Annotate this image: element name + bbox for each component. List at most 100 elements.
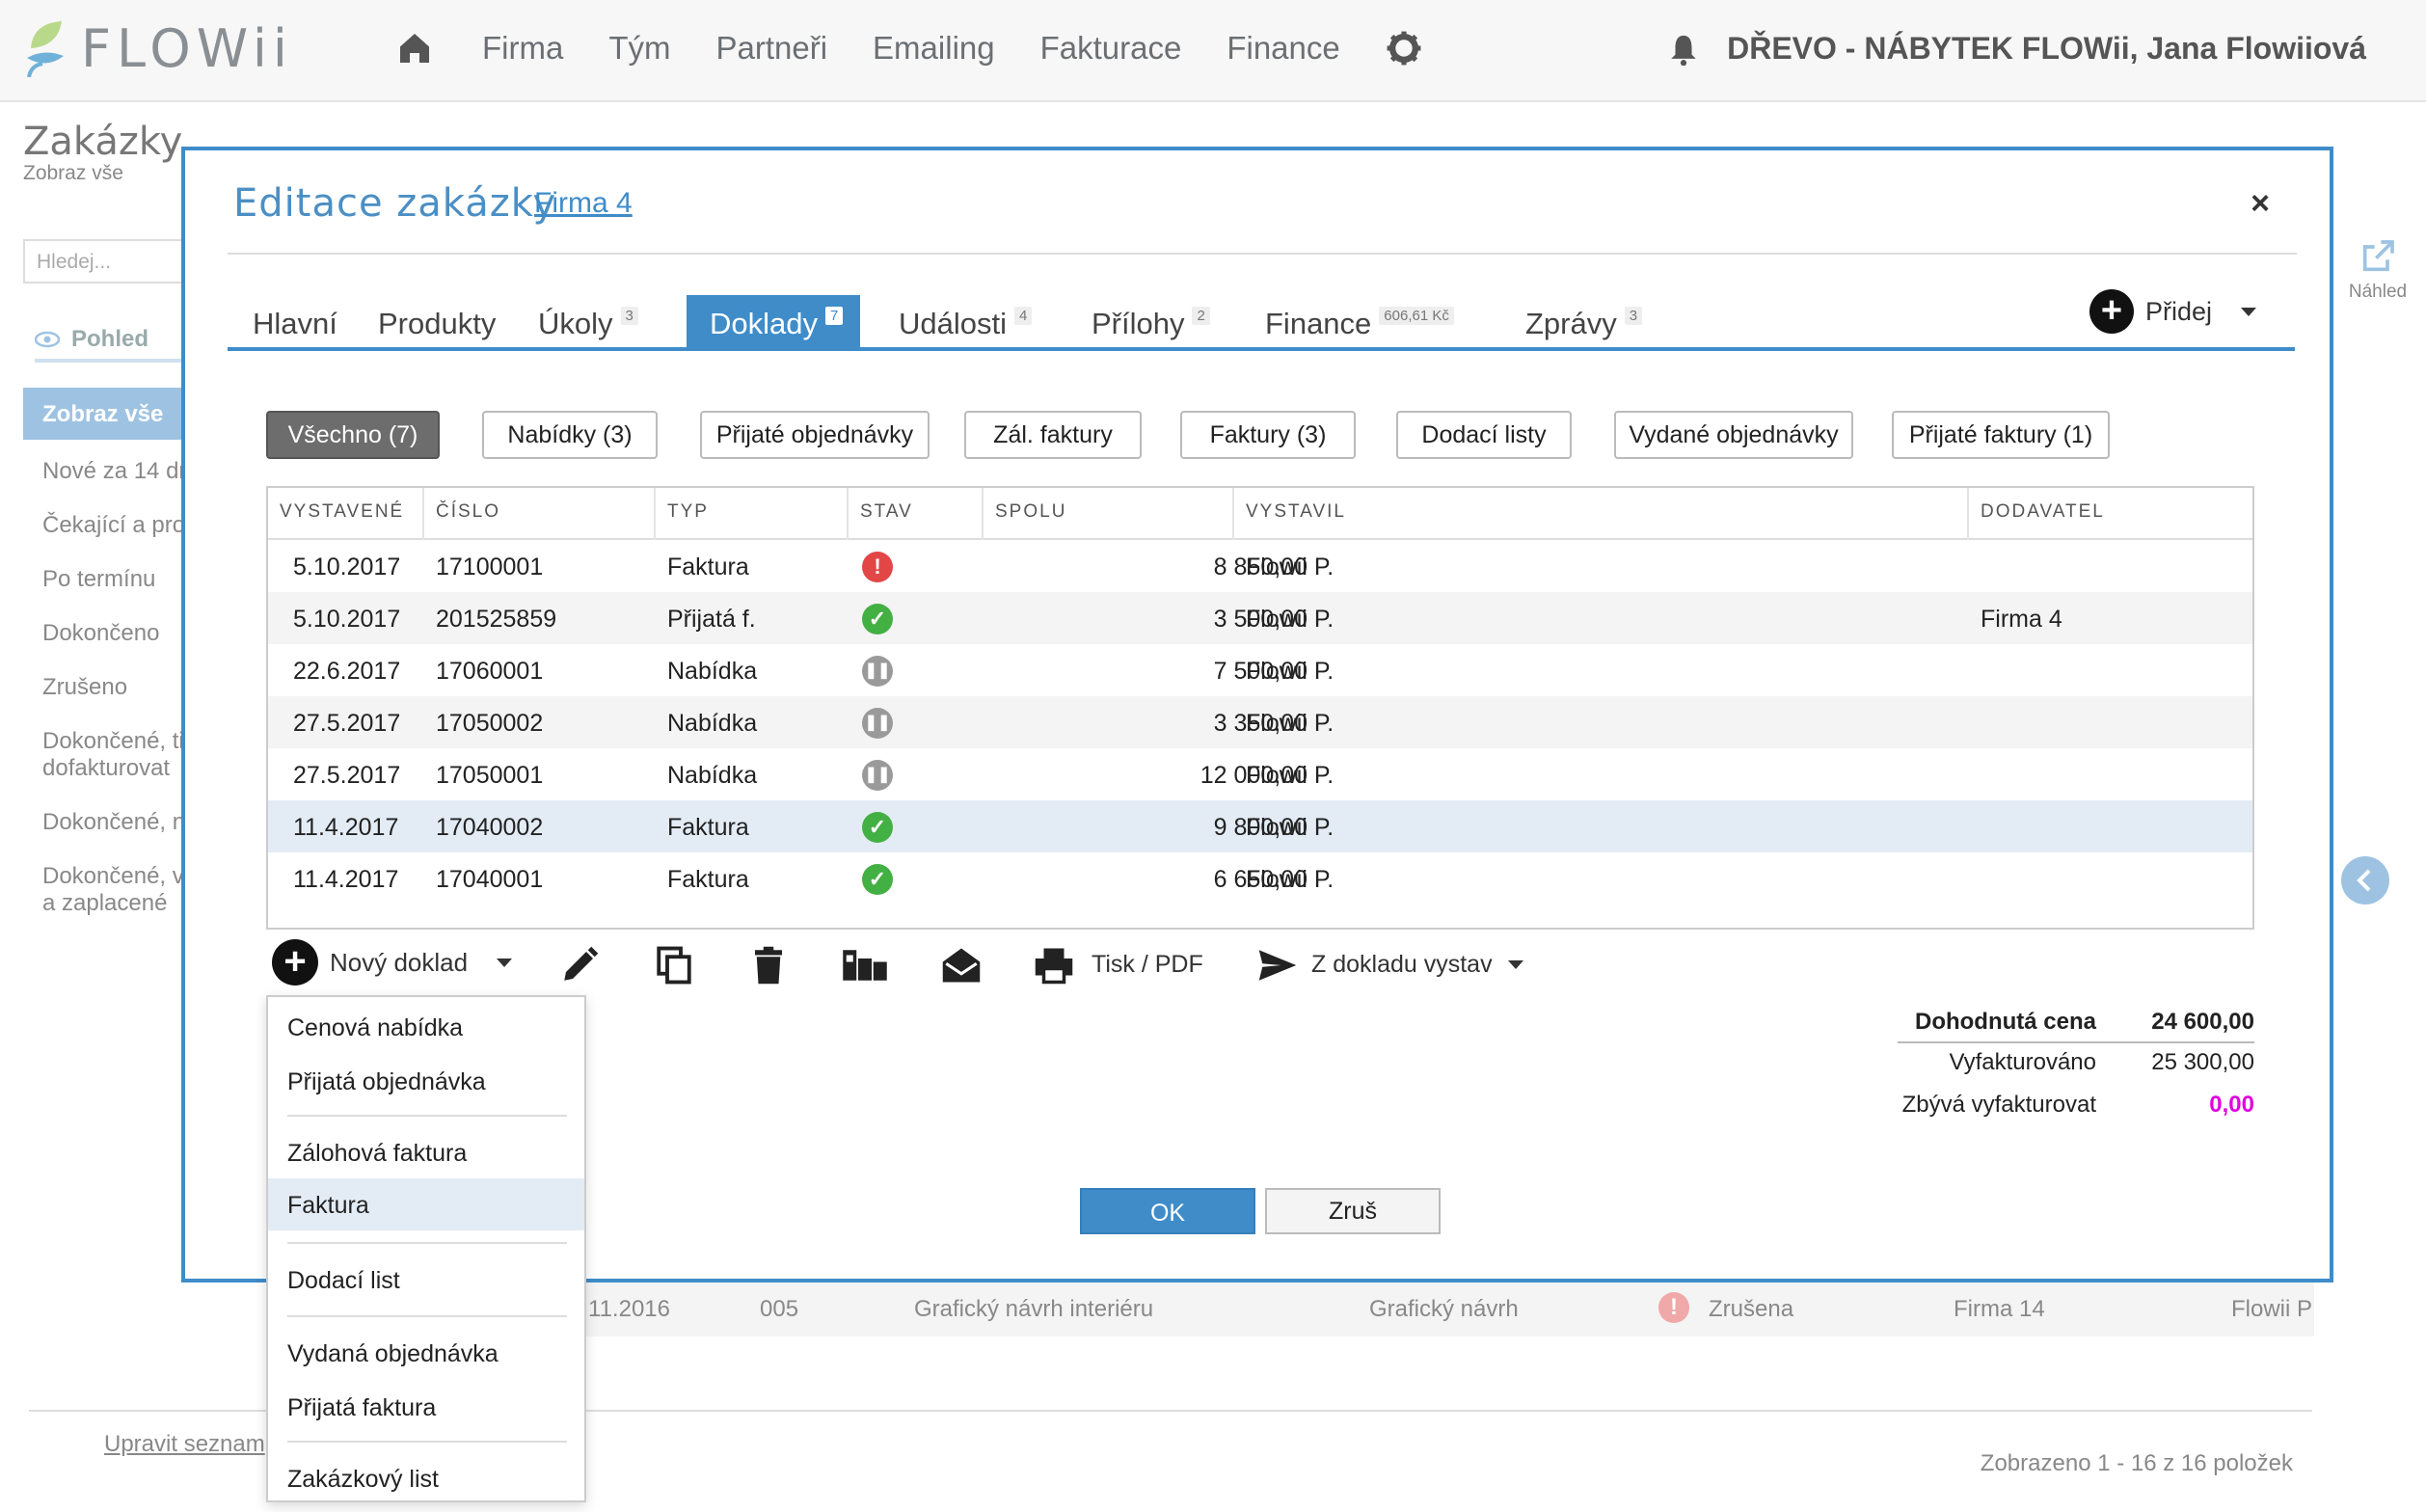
sidebar-item[interactable]: Dokončené, n	[42, 808, 185, 837]
filter-received-orders[interactable]: Přijaté objednávky	[700, 411, 930, 459]
col-header[interactable]: VYSTAVENÉ	[268, 488, 424, 540]
nav-finance[interactable]: Finance	[1226, 30, 1339, 67]
table-row[interactable]: 22.6.2017 17060001 Nabídka ❚❚ 7 500,00 Flowii…	[268, 644, 2252, 696]
col-header[interactable]: VYSTAVIL	[1234, 488, 1969, 540]
tab-label: Události	[899, 307, 1007, 340]
nav-fakturace[interactable]: Fakturace	[1040, 30, 1182, 67]
cell-date: 22.6.2017	[293, 658, 401, 685]
filter-offers[interactable]: Nabídky (3)	[482, 411, 658, 459]
nav-emailing[interactable]: Emailing	[873, 30, 995, 67]
new-document-button[interactable]: + Nový doklad	[272, 939, 513, 986]
cell-issuer: Flowii P.	[1246, 710, 1334, 737]
cell-type: Nabídka	[667, 762, 758, 789]
table-row[interactable]: 11.4.2017 17040002 Faktura ✓ 9 800,00 Flowii …	[268, 800, 2252, 852]
sidebar-item-active[interactable]: Zobraz vše	[23, 388, 187, 440]
trash-icon[interactable]	[748, 945, 789, 986]
cell-issuer: Flowii P.	[1246, 658, 1334, 685]
cancel-status-icon: !	[1658, 1292, 1689, 1323]
total-label: Dohodnutá cena	[1914, 1009, 2096, 1035]
home-icon[interactable]	[395, 29, 434, 68]
ok-button[interactable]: OK	[1080, 1188, 1255, 1234]
filter-received-invoices[interactable]: Přijaté faktury (1)	[1892, 411, 2110, 459]
cell-supplier: Firma 4	[1981, 606, 2062, 633]
total-value: 25 300,00	[2151, 1049, 2254, 1075]
filter-invoices[interactable]: Faktury (3)	[1180, 411, 1356, 459]
filter-all[interactable]: Všechno (7)	[266, 411, 440, 459]
tab-prilohy[interactable]: Přílohy 2	[1092, 295, 1210, 349]
sidebar-item[interactable]: a zaplacené	[42, 889, 167, 918]
pause-status-icon: ❚❚	[862, 760, 893, 791]
close-icon[interactable]: ×	[2251, 185, 2270, 223]
copy-icon[interactable]	[654, 945, 694, 986]
tab-hlavni[interactable]: Hlavní	[253, 295, 337, 349]
preview-button[interactable]: Náhled	[2337, 237, 2418, 303]
add-button[interactable]: + Přidej	[2089, 289, 2256, 334]
gear-icon[interactable]	[1386, 30, 1422, 67]
menu-item-delivery-note[interactable]: Dodací list	[268, 1254, 584, 1306]
printer-icon[interactable]	[1034, 945, 1074, 986]
check-status-icon: ✓	[862, 812, 893, 843]
filter-delivery-notes[interactable]: Dodací listy	[1396, 411, 1572, 459]
sidebar-item[interactable]: Po termínu	[42, 565, 155, 594]
tab-produkty[interactable]: Produkty	[378, 295, 496, 349]
tab-finance[interactable]: Finance 606,61 Kč	[1265, 295, 1454, 349]
menu-item-invoice[interactable]: Faktura	[268, 1178, 584, 1230]
firm-link[interactable]: Firma 4	[534, 187, 633, 220]
item-count: Zobrazeno 1 - 16 z 16 položek	[1980, 1450, 2293, 1476]
tab-doklady[interactable]: Doklady 7	[687, 295, 861, 349]
sidebar-item[interactable]: Dokončeno	[42, 619, 159, 648]
sidebar-item[interactable]: Čekající a pro	[42, 511, 185, 540]
collapse-panel-button[interactable]	[2341, 856, 2389, 904]
cell-issuer: Flowii P.	[1246, 762, 1334, 789]
view-selector[interactable]: Pohled	[35, 326, 148, 353]
sidebar-item[interactable]: Dokončené, v	[42, 862, 184, 891]
modal-title: Editace zakázky	[233, 181, 557, 226]
col-header[interactable]: DODAVATEL	[1969, 488, 2254, 540]
col-header[interactable]: TYP	[656, 488, 849, 540]
table-row[interactable]: 7.11.2016 005 Grafický návrh interiéru G…	[559, 1282, 2314, 1336]
bell-icon[interactable]	[1669, 33, 1698, 66]
menu-item-issued-order[interactable]: Vydaná objednávka	[268, 1327, 584, 1379]
table-row[interactable]: 5.10.2017 17100001 Faktura! 8 850,00 Flowii …	[268, 540, 2252, 592]
pencil-icon[interactable]	[559, 945, 600, 986]
caret-down-icon[interactable]	[1508, 960, 1523, 969]
user-name[interactable]: DŘEVO - NÁBYTEK FLOWii, Jana Flowiiová	[1727, 31, 2366, 67]
top-navbar: FLOWii Firma Tým Partneři Emailing Faktu…	[0, 0, 2426, 102]
filter-advance-invoices[interactable]: Zál. faktury	[964, 411, 1142, 459]
from-document-label[interactable]: Z dokladu vystav	[1311, 951, 1493, 979]
col-header[interactable]: ČÍSLO	[424, 488, 656, 540]
nav-firma[interactable]: Firma	[482, 30, 563, 67]
table-row[interactable]: 5.10.2017 201525859 Přijatá f. ✓ 3 500,00 Flo…	[268, 592, 2252, 644]
logo[interactable]: FLOWii	[23, 17, 293, 79]
tab-zpravy[interactable]: Zprávy 3	[1525, 295, 1643, 349]
archive-icon[interactable]	[841, 945, 889, 986]
table-row[interactable]: 27.5.2017 17050002 Nabídka ❚❚ 3 350,00 Flowii…	[268, 696, 2252, 748]
tab-badge: 2	[1192, 307, 1210, 325]
cell-date: 5.10.2017	[293, 554, 401, 580]
tab-ukoly[interactable]: Úkoly 3	[538, 295, 638, 349]
edit-list-link[interactable]: Upravit seznam	[104, 1431, 265, 1458]
cell-date: 27.5.2017	[293, 762, 401, 789]
nav-partneri[interactable]: Partneři	[715, 30, 827, 67]
menu-item-received-invoice[interactable]: Přijatá faktura	[268, 1381, 584, 1433]
menu-item-price-offer[interactable]: Cenová nabídka	[268, 1001, 584, 1053]
sidebar-item[interactable]: Zrušeno	[42, 673, 127, 702]
tab-udalosti[interactable]: Události 4	[899, 295, 1033, 349]
menu-item-advance-invoice[interactable]: Zálohová faktura	[268, 1126, 584, 1178]
sidebar-item[interactable]: dofakturovat	[42, 754, 170, 783]
table-row[interactable]: 27.5.2017 17050001 Nabídka ❚❚ 12 000,00 Flowi…	[268, 748, 2252, 800]
print-label[interactable]: Tisk / PDF	[1092, 951, 1203, 979]
open-envelope-icon[interactable]	[941, 945, 982, 986]
menu-item-received-order[interactable]: Přijatá objednávka	[268, 1055, 584, 1107]
sidebar-item[interactable]: Nové za 14 dní	[42, 457, 198, 486]
filter-issued-orders[interactable]: Vydané objednávky	[1614, 411, 1853, 459]
menu-item-order-sheet[interactable]: Zakázkový list	[268, 1452, 584, 1504]
sidebar-item[interactable]: Dokončené, ti	[42, 727, 184, 756]
table-row[interactable]: 11.4.2017 17040001 Faktura ✓ 6 650,00 Flowii …	[268, 852, 2252, 904]
cancel-button[interactable]: Zruš	[1265, 1188, 1441, 1234]
col-header[interactable]: STAV	[849, 488, 984, 540]
col-header[interactable]: SPOLU	[984, 488, 1234, 540]
send-icon[interactable]	[1257, 945, 1298, 986]
caret-down-icon	[497, 958, 513, 967]
nav-tym[interactable]: Tým	[608, 30, 670, 67]
